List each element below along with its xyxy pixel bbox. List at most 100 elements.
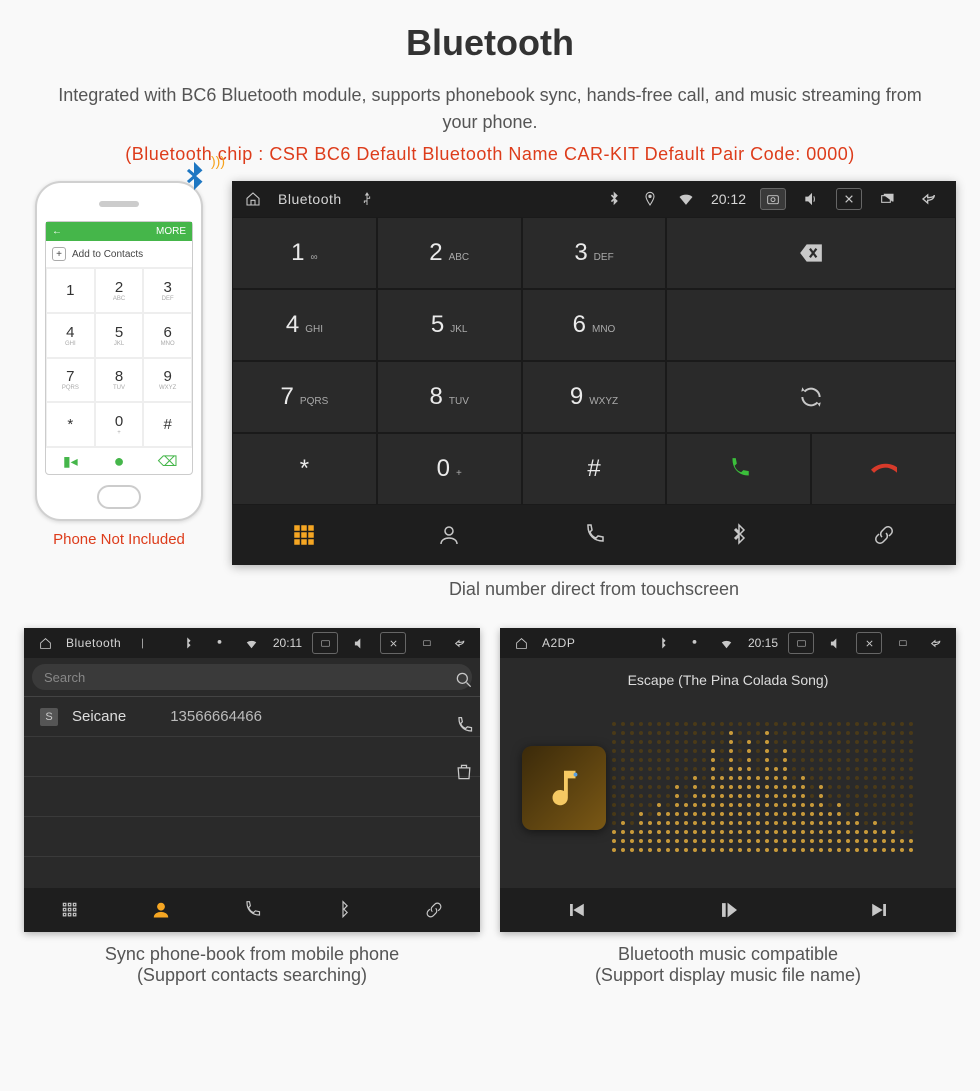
close-app-icon[interactable] [856,632,882,654]
bluetooth-status-icon [603,188,625,210]
page-specs: (Bluetooth chip : CSR BC6 Default Blueto… [0,144,980,165]
tab-pair[interactable] [389,888,480,932]
phone-video-call-button[interactable]: ▮◂ [46,448,95,474]
hangup-button[interactable] [811,433,956,505]
phonebook-status-bar: Bluetooth 20:11 [24,628,480,658]
key-3[interactable]: 3DEF [522,217,667,289]
a2dp-caption: Bluetooth music compatible (Support disp… [500,944,956,986]
back-icon[interactable] [448,632,470,654]
phone-key-7[interactable]: 7PQRS [46,358,95,403]
next-track-button[interactable] [804,888,956,932]
location-icon [639,188,661,210]
prev-track-button[interactable] [500,888,652,932]
dialer-column: Bluetooth 20:12 1∞2ABC3DEF 4GHI5JKL6MNO 7P… [232,181,956,600]
location-icon [209,632,231,654]
key-1[interactable]: 1∞ [232,217,377,289]
home-icon[interactable] [242,188,264,210]
add-to-contacts-row[interactable]: + Add to Contacts [46,241,192,268]
phone-key-6[interactable]: 6MNO [143,313,192,358]
phone-mockup-column: ))) ← MORE + Add to Contacts 12ABC3DEF4G… [24,181,214,548]
dialer-status-bar: Bluetooth 20:12 [232,181,956,217]
screenshot-icon[interactable] [760,188,786,210]
redial-button[interactable] [666,361,956,433]
call-button[interactable] [666,433,811,505]
a2dp-screen-title: A2DP [542,636,575,650]
tab-contacts[interactable] [377,505,522,565]
tab-pair[interactable] [811,505,956,565]
phone-dial-button[interactable]: ● [95,448,144,474]
key-star[interactable]: * [232,433,377,505]
volume-icon[interactable] [800,188,822,210]
phone-app-topbar: ← MORE [46,222,192,241]
a2dp-status-bar: A2DP 20:15 [500,628,956,658]
key-hash[interactable]: # [522,433,667,505]
search-input[interactable]: Search [32,664,472,690]
recent-apps-icon[interactable] [416,632,438,654]
screenshot-icon[interactable] [788,632,814,654]
tab-bluetooth[interactable] [298,888,389,932]
home-icon[interactable] [34,632,56,654]
key-4[interactable]: 4GHI [232,289,377,361]
contact-initial: S [40,708,58,726]
wifi-icon [241,632,263,654]
key-2[interactable]: 2ABC [377,217,522,289]
recent-apps-icon[interactable] [892,632,914,654]
phone-key-3[interactable]: 3DEF [143,268,192,313]
a2dp-controls [500,888,956,932]
phone-key-9[interactable]: 9WXYZ [143,358,192,403]
track-title: Escape (The Pina Colada Song) [628,672,829,688]
key-8[interactable]: 8TUV [377,361,522,433]
dialer-bottom-tabs [232,505,956,565]
tab-bluetooth[interactable] [666,505,811,565]
back-icon[interactable]: ← [52,226,62,237]
phonebook-screen: Bluetooth 20:11 Search SSeicane135666644… [24,628,480,932]
key-7[interactable]: 7PQRS [232,361,377,433]
bluetooth-icon: ))) [177,159,211,193]
volume-icon[interactable] [824,632,846,654]
a2dp-screen: A2DP 20:15 Escape (The Pina Colada Song) [500,628,956,932]
back-icon[interactable] [924,632,946,654]
key-0[interactable]: 0+ [377,433,522,505]
delete-icon[interactable] [454,762,474,782]
key-9[interactable]: 9WXYZ [522,361,667,433]
key-6[interactable]: 6MNO [522,289,667,361]
contact-row[interactable]: SSeicane13566664466 [24,697,480,737]
key-5[interactable]: 5JKL [377,289,522,361]
phone-key-0[interactable]: 0+ [95,402,144,447]
plus-icon: + [52,247,66,261]
phone-backspace-button[interactable]: ⌫ [143,448,192,474]
phone-home-button[interactable] [97,485,141,509]
phone-caption: Phone Not Included [24,531,214,548]
clock-time: 20:12 [711,191,746,207]
phone-key-8[interactable]: 8TUV [95,358,144,403]
phone-key-4[interactable]: 4GHI [46,313,95,358]
tab-keypad[interactable] [24,888,115,932]
phone-key-1[interactable]: 1 [46,268,95,313]
phonebook-side-actions [454,670,474,782]
phone-more-label[interactable]: MORE [156,226,186,237]
tab-call-log[interactable] [206,888,297,932]
call-icon[interactable] [454,716,474,736]
phone-key-#[interactable]: # [143,402,192,447]
empty-row [24,777,480,817]
phone-key-*[interactable]: * [46,402,95,447]
close-app-icon[interactable] [380,632,406,654]
phonebook-panel: Bluetooth 20:11 Search SSeicane135666644… [24,628,480,986]
home-icon[interactable] [510,632,532,654]
tab-call-log[interactable] [522,505,667,565]
a2dp-panel: A2DP 20:15 Escape (The Pina Colada Song) [500,628,956,986]
volume-icon[interactable] [348,632,370,654]
close-app-icon[interactable] [836,188,862,210]
phone-mockup: ))) ← MORE + Add to Contacts 12ABC3DEF4G… [35,181,203,521]
back-icon[interactable] [912,188,946,210]
phone-key-2[interactable]: 2ABC [95,268,144,313]
tab-keypad[interactable] [232,505,377,565]
tab-contacts[interactable] [115,888,206,932]
play-pause-button[interactable] [652,888,804,932]
recent-apps-icon[interactable] [876,188,898,210]
backspace-button[interactable] [666,217,956,289]
music-visualizer [500,688,956,888]
phone-key-5[interactable]: 5JKL [95,313,144,358]
search-icon[interactable] [454,670,474,690]
screenshot-icon[interactable] [312,632,338,654]
